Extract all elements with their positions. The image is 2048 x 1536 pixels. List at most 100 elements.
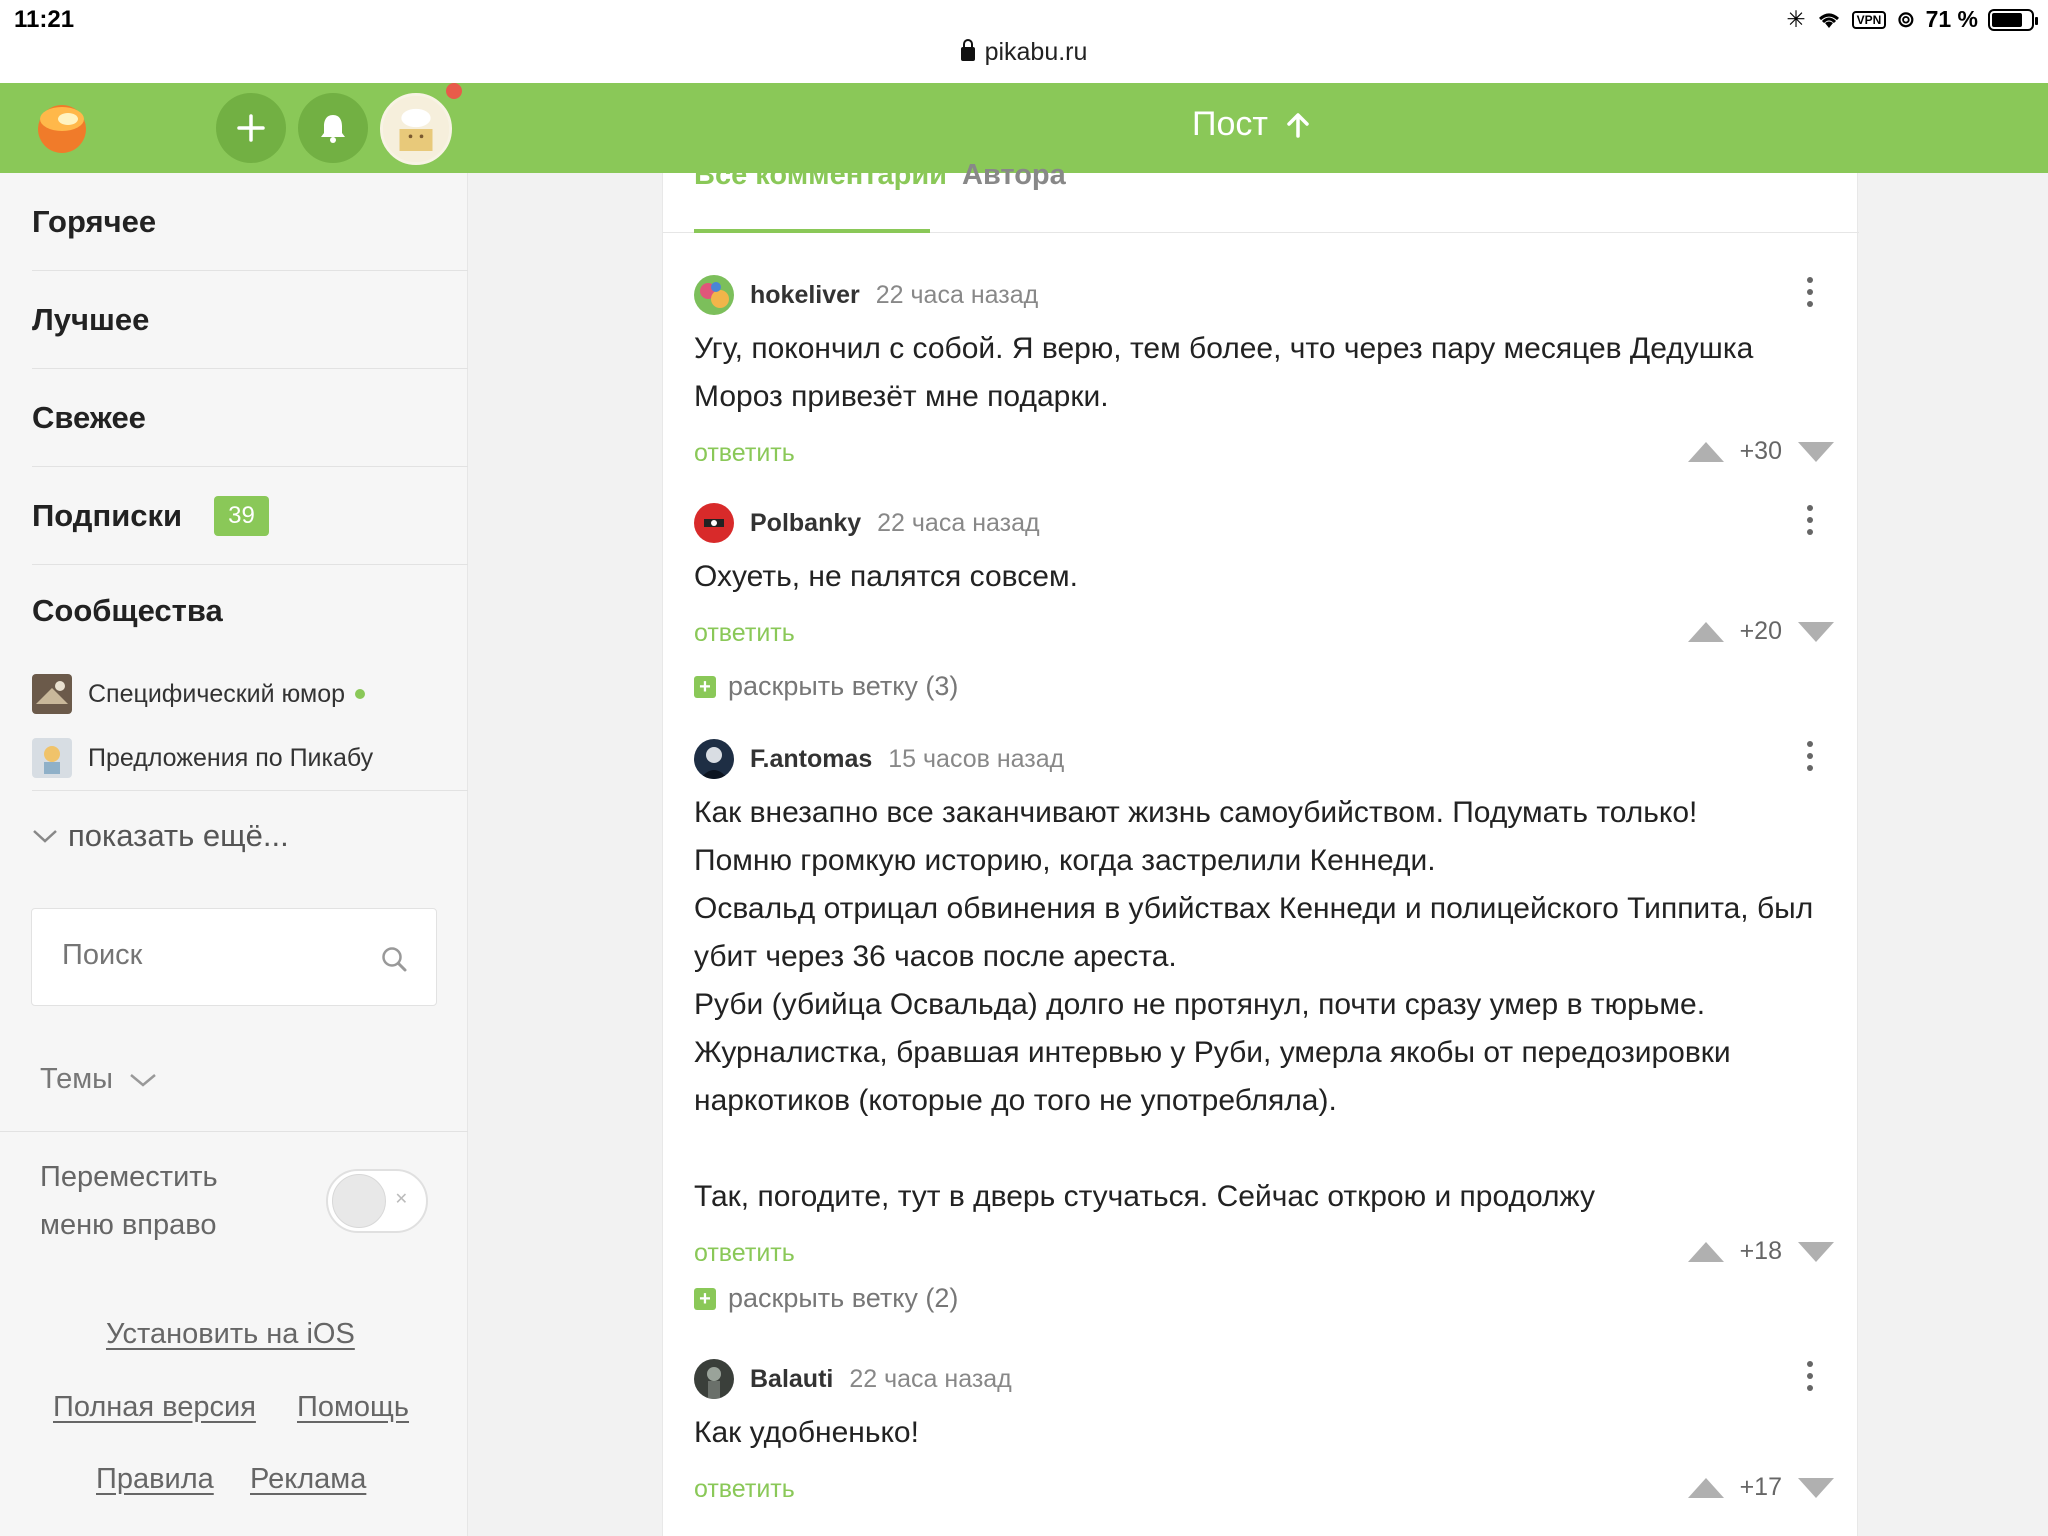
downvote-icon[interactable]	[1798, 1477, 1834, 1498]
search-box[interactable]	[31, 908, 437, 1006]
nav-fresh-label: Свежее	[32, 399, 146, 435]
comment-header: Balauti 22 часа назад	[694, 1357, 1834, 1401]
comment-rating: +20	[1739, 617, 1782, 645]
divider	[32, 790, 468, 791]
status-time: 11:21	[14, 6, 75, 33]
tab-author[interactable]: Автора	[962, 159, 1066, 192]
themes-dropdown[interactable]: Темы	[40, 1063, 157, 1096]
comment-footer: ответить +20	[694, 613, 1834, 653]
downvote-icon[interactable]	[1798, 441, 1834, 462]
search-icon[interactable]	[380, 945, 408, 973]
nav-subscriptions[interactable]: Подписки 39	[32, 467, 468, 565]
plus-icon	[237, 114, 265, 142]
downvote-icon[interactable]	[1798, 1241, 1834, 1262]
nav-fresh[interactable]: Свежее	[32, 369, 468, 467]
avatar-image	[383, 96, 449, 162]
more-icon[interactable]	[1806, 505, 1814, 535]
toggle-knob	[332, 1174, 386, 1228]
comment-username[interactable]: hokeliver	[750, 281, 860, 310]
comment-text: Как удобненько!	[694, 1416, 919, 1449]
show-more-label: показать ещё...	[68, 818, 289, 853]
comment-time: 15 часов назад	[888, 744, 1065, 773]
address-bar[interactable]: pikabu.ru	[0, 38, 2048, 67]
expand-thread-button[interactable]: + раскрыть ветку (3)	[694, 671, 958, 702]
reply-button[interactable]: ответить	[694, 1239, 795, 1268]
community-item[interactable]: Предложения по Пикабу	[32, 736, 373, 780]
comment-text: Как внезапно все заканчивают жизнь самоу…	[694, 796, 1814, 1213]
notifications-button[interactable]	[298, 93, 368, 163]
vote-controls: +20	[1687, 617, 1834, 646]
nav-subscriptions-label: Подписки	[32, 497, 183, 533]
user-avatar[interactable]	[694, 739, 734, 779]
comment-rating: +30	[1739, 437, 1782, 465]
chevron-down-icon	[33, 830, 57, 843]
loading-icon: ✳	[1786, 6, 1806, 32]
comment-tabs: Все комментарии Автора	[663, 159, 1859, 233]
show-more-link[interactable]: показать ещё...	[32, 818, 289, 854]
page-title[interactable]: Пост	[1192, 105, 1310, 144]
plus-icon: +	[694, 675, 716, 698]
user-avatar[interactable]	[380, 93, 452, 165]
more-icon[interactable]	[1806, 741, 1814, 771]
search-input[interactable]	[62, 939, 362, 972]
user-avatar[interactable]	[694, 503, 734, 543]
communities-title[interactable]: Сообщества	[32, 593, 223, 629]
expand-thread-label: раскрыть ветку (3)	[728, 671, 959, 701]
tab-all-comments[interactable]: Все комментарии	[694, 159, 947, 192]
more-icon[interactable]	[1806, 277, 1814, 307]
comment-header: hokeliver 22 часа назад	[694, 273, 1834, 317]
comment-rating: +17	[1739, 1473, 1782, 1501]
comment-username[interactable]: Polbanky	[750, 509, 861, 538]
install-ios-link[interactable]: Установить на iOS	[106, 1318, 355, 1351]
comment-footer: ответить +18	[694, 1233, 1834, 1273]
community-item[interactable]: Специфический юмор	[32, 672, 366, 716]
expand-thread-label: раскрыть ветку (2)	[728, 1283, 959, 1313]
battery-icon	[1988, 8, 2038, 31]
community-avatar-icon	[32, 674, 72, 714]
pikabu-logo-icon[interactable]	[32, 97, 92, 157]
comment: Polbanky 22 часа назад Охуеть, не палятс…	[694, 501, 1834, 701]
sidebar: Горячее Лучшее Свежее Подписки 39 Сообще…	[0, 173, 468, 1536]
upvote-icon[interactable]	[1687, 621, 1724, 642]
user-avatar[interactable]	[694, 1359, 734, 1399]
comments-panel: Все комментарии Автора hokeliver 22 часа…	[662, 159, 1859, 1536]
community-name: Специфический юмор	[88, 679, 346, 708]
reply-button[interactable]: ответить	[694, 439, 795, 468]
rules-link[interactable]: Правила	[96, 1463, 214, 1496]
upvote-icon[interactable]	[1687, 1477, 1724, 1498]
reply-button[interactable]: ответить	[694, 619, 795, 648]
help-link[interactable]: Помощь	[297, 1391, 409, 1424]
community-avatar-icon	[32, 738, 72, 778]
move-menu-toggle[interactable]: ✕	[326, 1169, 428, 1233]
reply-button[interactable]: ответить	[694, 1475, 795, 1504]
comment-time: 22 часа назад	[877, 508, 1040, 537]
nav-hot[interactable]: Горячее	[32, 173, 468, 271]
themes-label: Темы	[40, 1063, 113, 1095]
upvote-icon[interactable]	[1687, 441, 1724, 462]
full-version-link[interactable]: Полная версия	[53, 1391, 256, 1424]
upvote-icon[interactable]	[1687, 1241, 1724, 1262]
comment-rating: +18	[1739, 1237, 1782, 1265]
add-post-button[interactable]	[216, 93, 286, 163]
downvote-icon[interactable]	[1798, 621, 1834, 642]
ads-link[interactable]: Реклама	[250, 1463, 366, 1496]
page-title-text: Пост	[1192, 105, 1268, 143]
status-icons: ✳ VPN ⊚ 71 %	[1786, 6, 2038, 33]
vpn-badge: VPN	[1851, 10, 1887, 29]
comment-time: 22 часа назад	[875, 280, 1039, 309]
comment-username[interactable]: Balauti	[750, 1365, 833, 1394]
comment: F.antomas 15 часов назад Как внезапно вс…	[694, 737, 1834, 1313]
battery-percent: 71 %	[1925, 6, 1978, 32]
online-indicator	[355, 689, 366, 699]
notification-dot	[446, 83, 462, 99]
vote-controls: +17	[1687, 1473, 1834, 1502]
more-icon[interactable]	[1806, 1361, 1814, 1391]
user-avatar[interactable]	[694, 275, 734, 315]
comment-time: 22 часа назад	[849, 1364, 1012, 1393]
status-bar: 11:21 ✳ VPN ⊚ 71 % pikabu.ru	[0, 0, 2048, 83]
subscriptions-count-badge: 39	[214, 495, 269, 536]
expand-thread-button[interactable]: + раскрыть ветку (2)	[694, 1283, 958, 1314]
nav-best[interactable]: Лучшее	[32, 271, 468, 369]
comment-header: F.antomas 15 часов назад	[694, 737, 1834, 781]
comment-username[interactable]: F.antomas	[750, 745, 872, 774]
